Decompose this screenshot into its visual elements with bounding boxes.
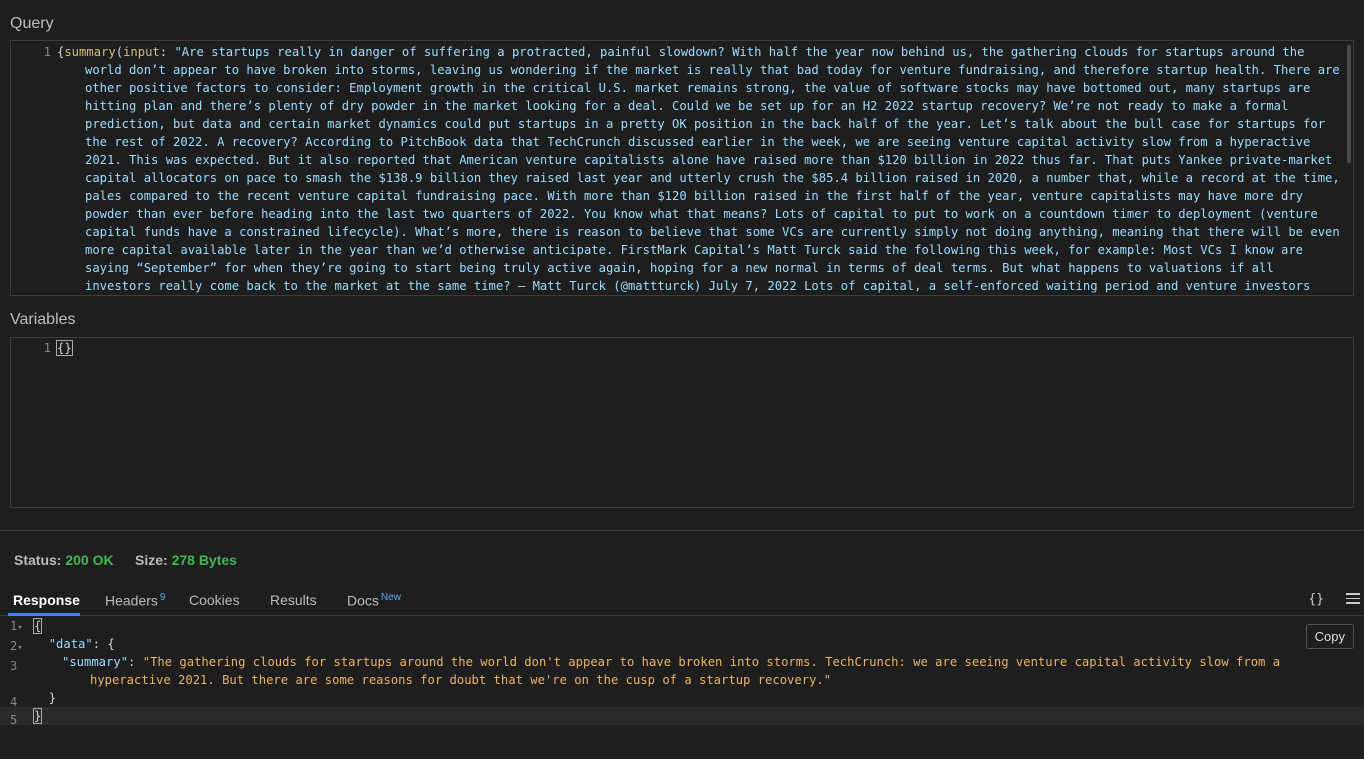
tab-cookies[interactable]: Cookies: [189, 592, 240, 608]
status-value: 200 OK: [65, 552, 114, 568]
size-label: Size:: [135, 552, 168, 568]
query-editor[interactable]: 1 {summary(input: "Are startups really i…: [10, 40, 1354, 296]
format-braces-icon[interactable]: {}: [1308, 592, 1324, 607]
size-value: 278 Bytes: [171, 552, 237, 568]
response-tabs: Response Headers 9 Cookies Results Docs Ne…: [0, 588, 1364, 616]
status-indicator: Status: 200 OK: [14, 552, 114, 568]
query-code[interactable]: {summary(input: "Are startups really in …: [57, 43, 1341, 295]
query-colon: :: [159, 45, 175, 59]
fold-toggle-icon[interactable]: ▾: [17, 643, 22, 653]
tab-docs-label: Docs: [347, 592, 379, 609]
query-section-label: Query: [10, 15, 54, 32]
copy-button[interactable]: Copy: [1305, 624, 1354, 649]
variables-editor[interactable]: 1 {}: [10, 337, 1354, 508]
query-arg-name: input: [123, 45, 160, 59]
tab-headers-label: Headers: [105, 592, 158, 609]
tab-results[interactable]: Results: [270, 592, 317, 608]
variables-section-label: Variables: [10, 311, 76, 328]
query-paren: (: [115, 45, 124, 59]
tab-headers[interactable]: Headers 9: [105, 592, 165, 609]
tab-response[interactable]: Response: [13, 592, 80, 608]
query-scrollbar[interactable]: [1347, 45, 1351, 163]
size-indicator: Size: 278 Bytes: [135, 552, 237, 568]
hamburger-menu-icon[interactable]: [1346, 593, 1360, 607]
query-field-name: summary: [64, 45, 116, 59]
fold-toggle-icon[interactable]: ▾: [17, 623, 22, 633]
headers-count-badge: 9: [159, 592, 166, 603]
variables-code[interactable]: {}: [56, 340, 73, 356]
json-key-summary: "summary": [62, 655, 129, 669]
query-input-string: "Are startups really in danger of suffer…: [85, 45, 1340, 293]
response-viewer[interactable]: 1▾ 2▾ 3 4 5 { "data": {"summary": "The g…: [0, 617, 1364, 759]
json-key-data: "data": [48, 637, 93, 651]
active-tab-indicator: [8, 613, 80, 616]
json-summary-value: "The gathering clouds for startups aroun…: [90, 655, 1288, 687]
panel-divider: [0, 530, 1364, 531]
query-line-number: 1: [43, 45, 51, 59]
response-gutter: 1▾ 2▾ 3 4 5: [10, 619, 23, 727]
tab-docs[interactable]: Docs New: [347, 592, 401, 609]
variables-line-number: 1: [43, 341, 51, 355]
docs-new-badge: New: [380, 592, 401, 603]
response-code: { "data": {"summary": "The gathering clo…: [32, 618, 1288, 724]
status-label: Status:: [14, 552, 62, 568]
